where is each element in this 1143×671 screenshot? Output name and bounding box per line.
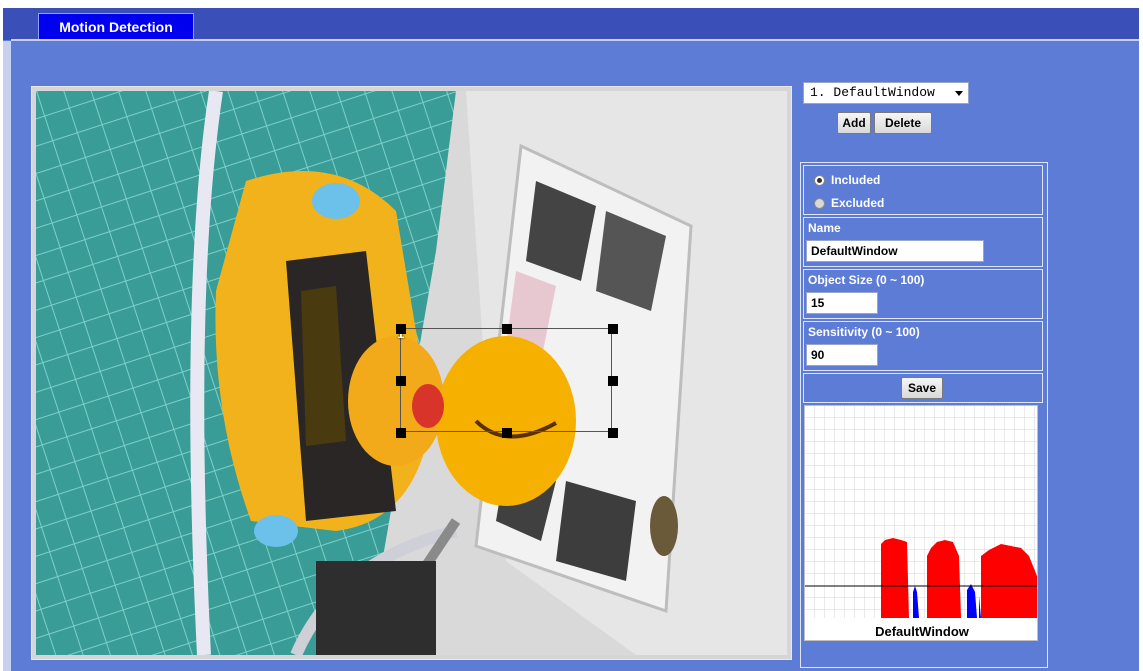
object-size-input[interactable]: 15 [806, 292, 878, 314]
window-select-value: 1. DefaultWindow [810, 85, 935, 100]
included-option[interactable]: Included [814, 173, 880, 187]
top-strip [0, 0, 1143, 8]
activity-plot [805, 406, 1037, 618]
save-section: Save [803, 373, 1043, 403]
window-select[interactable]: 1. DefaultWindow [803, 82, 969, 104]
resize-handle-top-right[interactable] [608, 324, 618, 334]
excluded-radio[interactable] [814, 198, 825, 210]
resize-handle-top-left[interactable] [396, 324, 406, 334]
motion-window[interactable] [400, 328, 612, 432]
mode-section: Included Excluded [803, 165, 1043, 215]
name-label: Name [808, 221, 841, 235]
add-button[interactable]: Add [837, 112, 871, 134]
tab-motion-detection[interactable]: Motion Detection [38, 13, 194, 39]
resize-handle-mid-right[interactable] [608, 376, 618, 386]
motion-detection-panel: Motion Detection 1. DefaultWindow Add De… [3, 8, 1139, 671]
video-preview[interactable]: 1 [36, 91, 787, 655]
left-edge [3, 41, 11, 671]
name-input[interactable]: DefaultWindow [806, 240, 984, 262]
graph-window-label: DefaultWindow [875, 624, 969, 639]
excluded-option[interactable]: Excluded [814, 196, 884, 210]
resize-handle-bottom-right[interactable] [608, 428, 618, 438]
header-divider [11, 39, 1139, 41]
included-radio[interactable] [814, 175, 825, 187]
sensitivity-input[interactable]: 90 [806, 344, 878, 366]
included-label: Included [831, 173, 881, 187]
save-button[interactable]: Save [901, 377, 943, 399]
resize-handle-bottom-left[interactable] [396, 428, 406, 438]
chevron-down-icon [955, 91, 963, 96]
window-settings: Included Excluded Name DefaultWindow Obj… [800, 162, 1048, 668]
video-preview-frame: 1 [31, 86, 792, 660]
resize-handle-top-mid[interactable] [502, 324, 512, 334]
motion-activity-graph: DefaultWindow [804, 405, 1038, 641]
resize-handle-mid-left[interactable] [396, 376, 406, 386]
excluded-label: Excluded [831, 196, 885, 210]
delete-button[interactable]: Delete [874, 112, 932, 134]
resize-handle-bottom-mid[interactable] [502, 428, 512, 438]
object-size-label: Object Size (0 ~ 100) [808, 273, 925, 287]
object-size-section: Object Size (0 ~ 100) 15 [803, 269, 1043, 319]
sensitivity-label: Sensitivity (0 ~ 100) [808, 325, 920, 339]
sensitivity-section: Sensitivity (0 ~ 100) 90 [803, 321, 1043, 371]
name-section: Name DefaultWindow [803, 217, 1043, 267]
